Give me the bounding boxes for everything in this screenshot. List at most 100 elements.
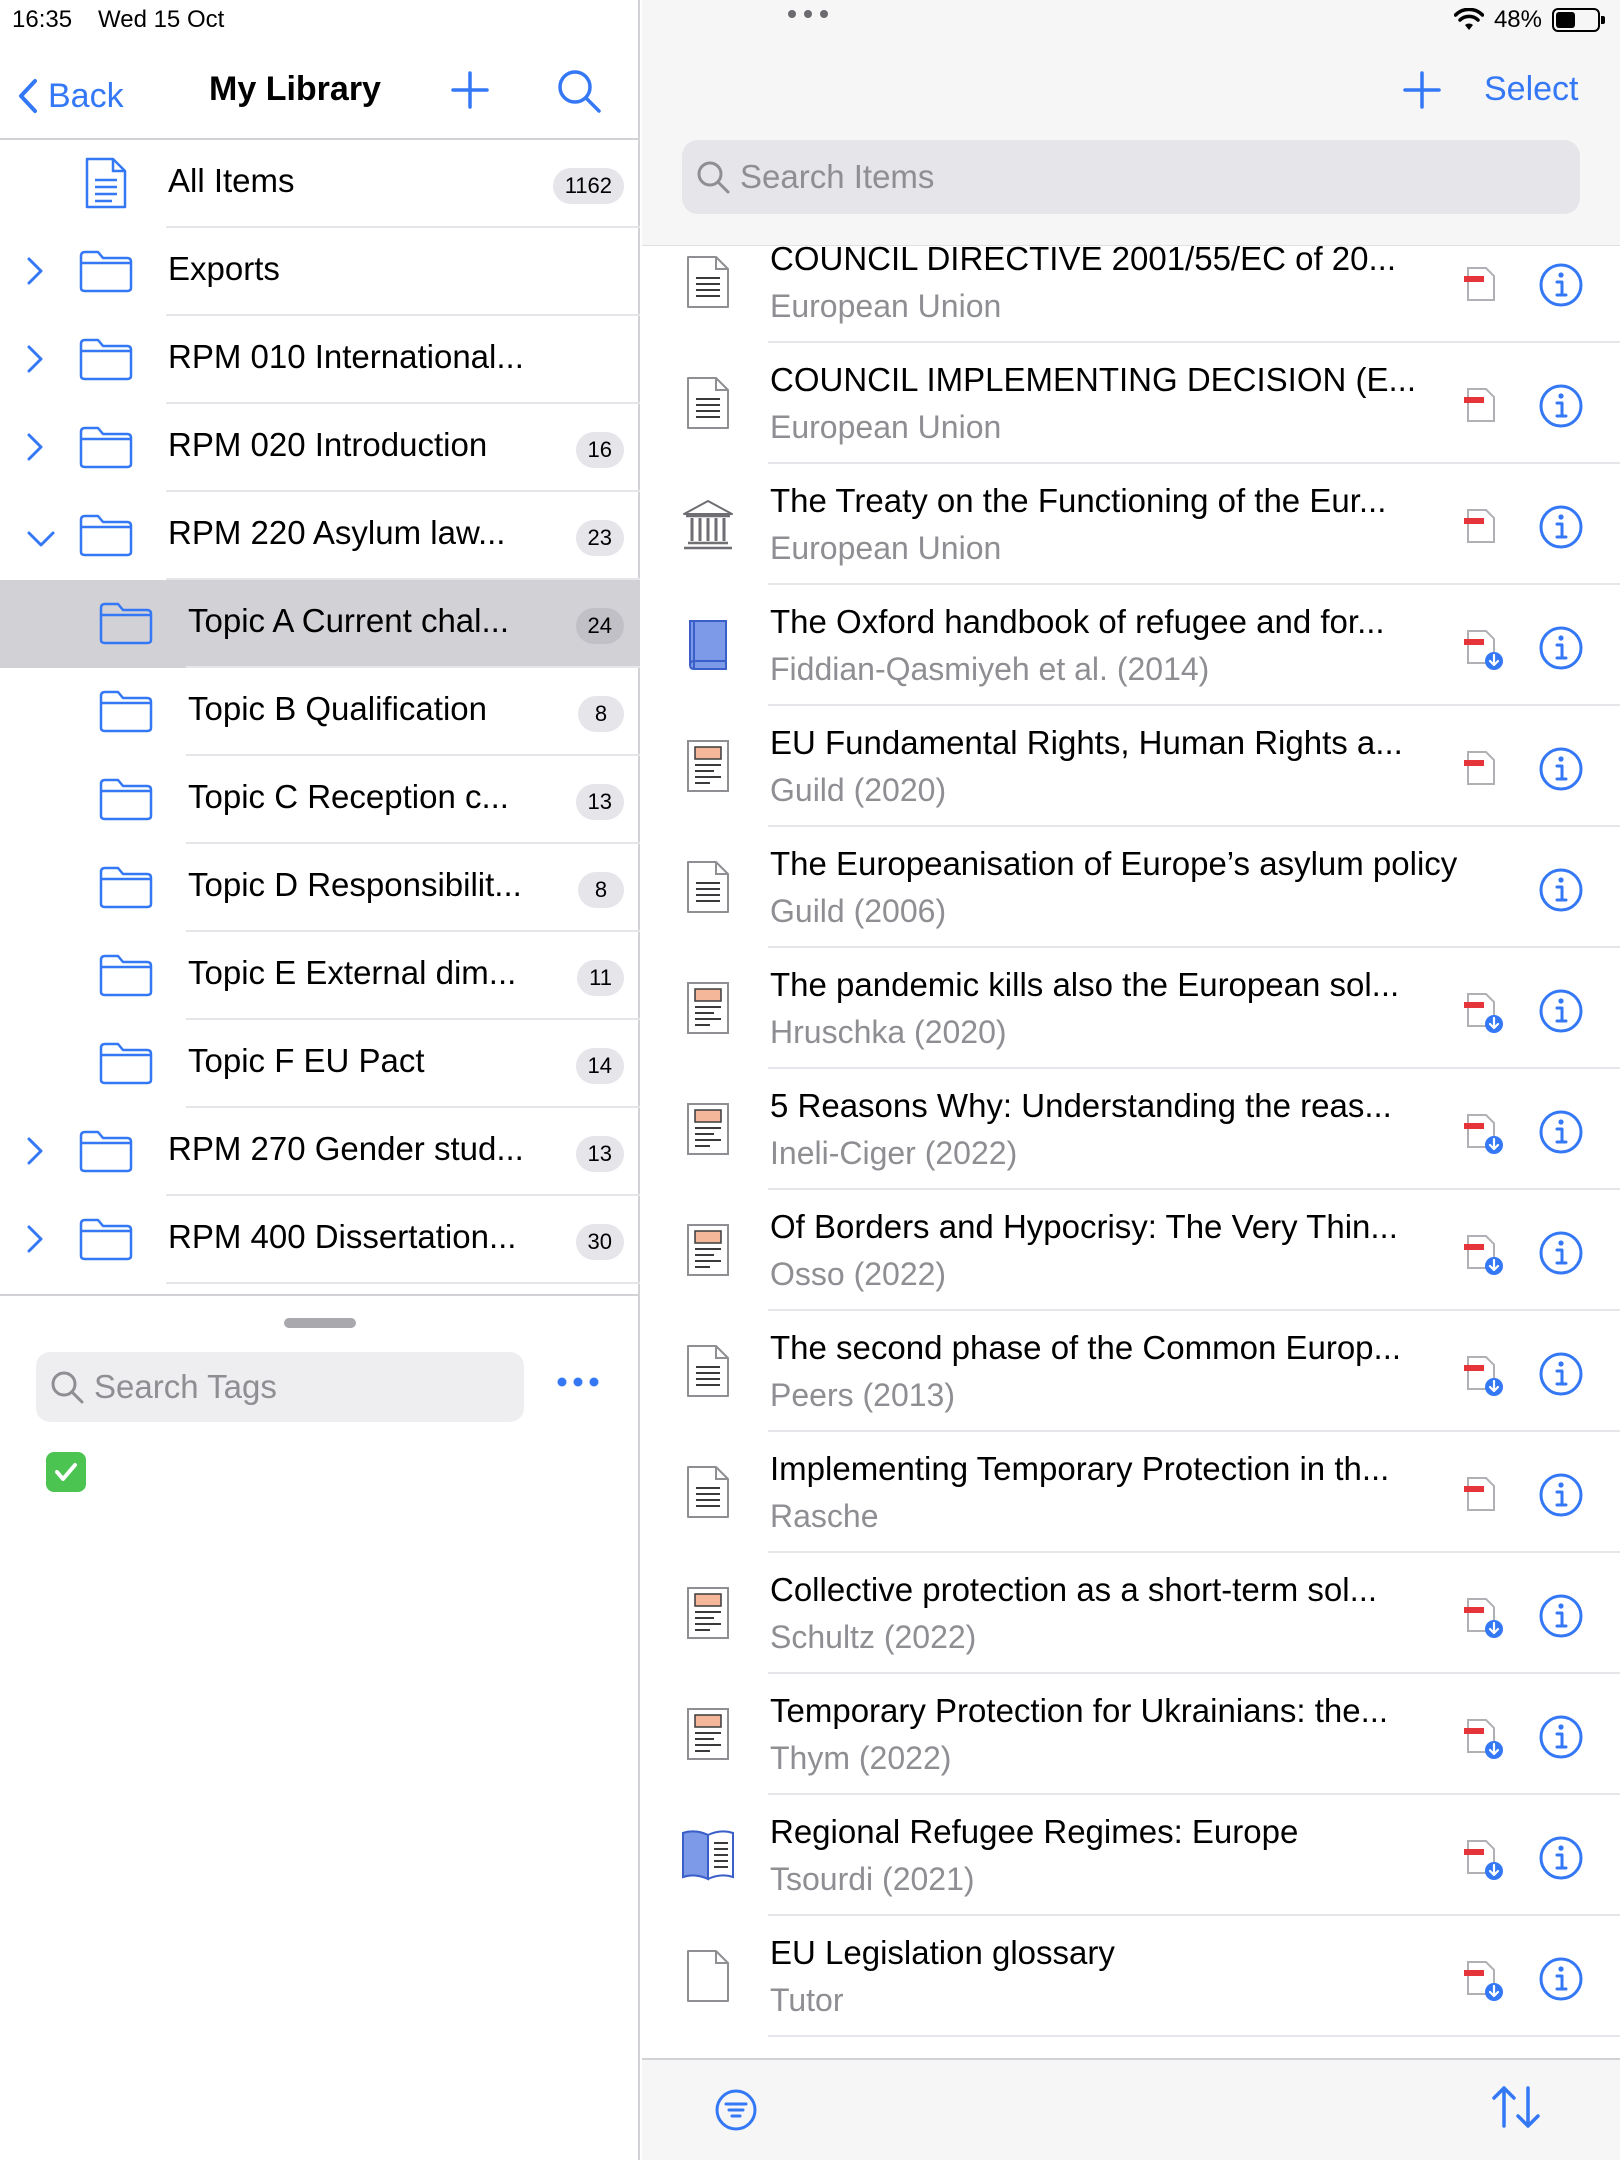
chevron-right-icon[interactable] [26, 1136, 44, 1166]
collection-label: Exports [168, 250, 280, 287]
item-creator: Tsourdi (2021) [770, 1861, 975, 1897]
item-row[interactable]: Collective protection as a short-term so… [642, 1553, 1620, 1674]
collection-row[interactable]: RPM 010 International... [0, 316, 640, 404]
item-row[interactable]: COUNCIL IMPLEMENTING DECISION (E... Europ… [642, 343, 1620, 464]
pdf-download-icon[interactable] [1460, 1232, 1506, 1278]
info-icon[interactable] [1538, 383, 1584, 429]
info-icon[interactable] [1538, 262, 1584, 308]
folder-icon [98, 952, 154, 998]
item-row[interactable]: The Treaty on the Functioning of the Eur… [642, 464, 1620, 585]
search-icon [50, 1370, 84, 1404]
tag-options-button[interactable] [556, 1376, 600, 1388]
item-title: Implementing Temporary Protection in th.… [770, 1450, 1390, 1487]
item-title: Temporary Protection for Ukrainians: the… [770, 1692, 1389, 1729]
collection-row[interactable]: Topic D Responsibilit... 8 [0, 844, 640, 932]
pdf-icon[interactable] [1460, 385, 1500, 425]
item-row[interactable]: The Oxford handbook of refugee and for..… [642, 585, 1620, 706]
tag-search-field[interactable] [36, 1352, 524, 1422]
checkmark-tag[interactable] [46, 1452, 86, 1492]
resize-grabber-handle[interactable] [284, 1318, 356, 1328]
info-icon[interactable] [1538, 1472, 1584, 1518]
chevron-right-icon[interactable] [26, 1224, 44, 1254]
search-button[interactable] [556, 68, 602, 114]
add-collection-button[interactable] [450, 70, 490, 110]
item-row[interactable]: The pandemic kills also the European sol… [642, 948, 1620, 1069]
info-icon[interactable] [1538, 1230, 1584, 1276]
folder-icon [78, 512, 134, 558]
chevron-right-icon[interactable] [26, 344, 44, 374]
pdf-download-icon[interactable] [1460, 627, 1506, 673]
filter-button[interactable] [714, 2088, 758, 2132]
item-row[interactable]: Regional Refugee Regimes: Europe Tsourdi … [642, 1795, 1620, 1916]
info-icon[interactable] [1538, 504, 1584, 550]
collection-row[interactable]: Topic C Reception c... 13 [0, 756, 640, 844]
item-row[interactable]: EU Fundamental Rights, Human Rights a...… [642, 706, 1620, 827]
item-row[interactable]: The Europeanisation of Europe’s asylum p… [642, 827, 1620, 948]
document-icon [684, 1464, 732, 1520]
collection-row[interactable]: RPM 270 Gender stud... 13 [0, 1108, 640, 1196]
pdf-icon[interactable] [1460, 748, 1500, 788]
info-icon[interactable] [1538, 746, 1584, 792]
item-row[interactable]: Implementing Temporary Protection in th.… [642, 1432, 1620, 1553]
count-badge: 13 [575, 1136, 624, 1172]
collection-row[interactable]: Exports [0, 228, 640, 316]
pdf-download-icon[interactable] [1460, 990, 1506, 1036]
item-search-input[interactable] [740, 158, 1540, 196]
item-title: 5 Reasons Why: Understanding the reas... [770, 1087, 1392, 1124]
collection-row[interactable]: RPM 400 Dissertation... 30 [0, 1196, 640, 1284]
select-button[interactable]: Select [1484, 70, 1579, 109]
collection-row[interactable]: Topic F EU Pact 14 [0, 1020, 640, 1108]
pdf-download-icon[interactable] [1460, 1716, 1506, 1762]
sort-button[interactable] [1490, 2084, 1542, 2130]
collection-row[interactable]: RPM 020 Introduction 16 [0, 404, 640, 492]
pdf-download-icon[interactable] [1460, 1837, 1506, 1883]
pdf-download-icon[interactable] [1460, 1595, 1506, 1641]
item-row[interactable]: The second phase of the Common Europ... P… [642, 1311, 1620, 1432]
pdf-download-icon[interactable] [1460, 1353, 1506, 1399]
item-row[interactable]: EU Legislation glossary Tutor [642, 1916, 1620, 2037]
chevron-right-icon[interactable] [26, 256, 44, 286]
battery-percent: 48% [1493, 6, 1542, 33]
collection-row[interactable]: Topic A Current chal... 24 [0, 580, 640, 668]
item-row[interactable]: Of Borders and Hypocrisy: The Very Thin.… [642, 1190, 1620, 1311]
chevron-right-icon[interactable] [26, 432, 44, 462]
info-icon[interactable] [1538, 1109, 1584, 1155]
info-icon[interactable] [1538, 1714, 1584, 1760]
item-search-field[interactable] [682, 140, 1580, 214]
info-icon[interactable] [1538, 988, 1584, 1034]
multitasking-icon[interactable] [786, 8, 830, 20]
count-badge: 16 [575, 432, 624, 468]
battery-icon [1552, 8, 1605, 32]
add-item-button[interactable] [1402, 70, 1442, 110]
pdf-icon[interactable] [1460, 1474, 1500, 1514]
item-title: Of Borders and Hypocrisy: The Very Thin.… [770, 1208, 1398, 1245]
pdf-icon[interactable] [1460, 506, 1500, 546]
info-icon[interactable] [1538, 1593, 1584, 1639]
collection-row[interactable]: Topic B Qualification 8 [0, 668, 640, 756]
info-icon[interactable] [1538, 1956, 1584, 2002]
folder-icon [78, 336, 134, 382]
item-row[interactable]: 5 Reasons Why: Understanding the reas...… [642, 1069, 1620, 1190]
count-badge: 24 [575, 608, 624, 644]
status-indicators: 48% [1453, 6, 1605, 34]
item-creator: Tutor [770, 1982, 844, 2018]
info-icon[interactable] [1538, 1351, 1584, 1397]
collection-row[interactable]: All Items 1162 [0, 140, 640, 228]
pdf-download-icon[interactable] [1460, 1958, 1506, 2004]
bottom-toolbar [642, 2058, 1620, 2160]
item-row[interactable]: Temporary Protection for Ukrainians: the… [642, 1674, 1620, 1795]
tag-search-input[interactable] [94, 1368, 494, 1406]
wifi-icon [1453, 8, 1484, 32]
pdf-download-icon[interactable] [1460, 1111, 1506, 1157]
pdf-icon[interactable] [1460, 264, 1500, 304]
collection-row[interactable]: RPM 220 Asylum law... 23 [0, 492, 640, 580]
collection-label: Topic A Current chal... [188, 602, 509, 639]
info-icon[interactable] [1538, 625, 1584, 671]
collection-row[interactable]: Topic E External dim... 11 [0, 932, 640, 1020]
info-icon[interactable] [1538, 867, 1584, 913]
info-icon[interactable] [1538, 1835, 1584, 1881]
item-creator: Osso (2022) [770, 1256, 947, 1292]
item-row[interactable]: COUNCIL DIRECTIVE 2001/55/EC of 20... Eur… [642, 222, 1620, 343]
blank-document-icon [684, 1948, 732, 2004]
chevron-down-icon[interactable] [26, 530, 56, 548]
